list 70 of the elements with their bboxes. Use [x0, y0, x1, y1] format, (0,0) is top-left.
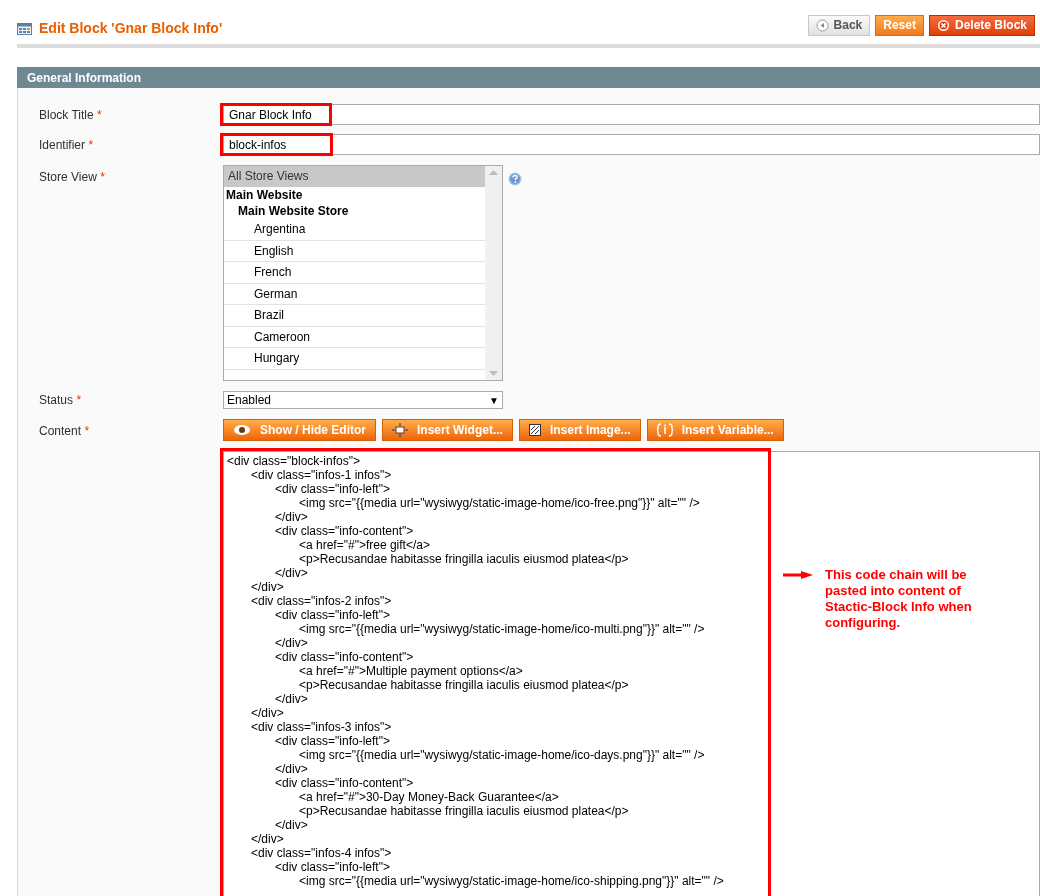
store-view-option[interactable]: All Store Views: [224, 166, 485, 187]
store-view-option[interactable]: Cameroon: [224, 326, 485, 348]
code-line: </div>: [274, 692, 308, 706]
code-line: <img src="{{media url="wysiwyg/static-image-home/ico-shipping.png"}}" alt="" />: [298, 874, 724, 888]
store-view-listbox[interactable]: All Store Views Main Website Main Website Store Argentina English French German Brazil Cameroon Hungary: [223, 165, 503, 381]
code-line: <div class="infos-4 infos">: [250, 846, 392, 860]
field-value: block-infos: [220, 133, 333, 156]
code-line: <img src="{{media url="wysiwyg/static-image-home/ico-days.png"}}" alt="" />: [298, 748, 705, 762]
code-line: <div class="block-infos">: [227, 454, 360, 468]
code-line: <div class="info-left">: [274, 608, 390, 622]
image-icon: [528, 424, 541, 436]
code-line: </div>: [250, 832, 284, 846]
code-line: <div class="info-left">: [274, 734, 390, 748]
back-icon: [815, 18, 829, 32]
field-label: Block Title *: [39, 107, 102, 122]
code-line: <p>Recusandae habitasse fringilla iaculis eiusmod platea</p>: [298, 552, 629, 566]
store-view-option[interactable]: Argentina: [224, 219, 485, 241]
code-line: <p>Recusandae habitasse fringilla iaculis eiusmod platea</p>: [298, 678, 629, 692]
widget-icon: [392, 423, 408, 437]
code-line: <div class="info-content">: [274, 524, 414, 538]
code-line: <div class="info-content">: [274, 776, 414, 790]
code-line: </div>: [250, 580, 284, 594]
section-title: General Information: [27, 69, 142, 87]
identifier-input[interactable]: block-infos: [223, 134, 1040, 155]
option-group-label: Main Website Store: [237, 203, 350, 219]
code-line: </div>: [274, 566, 308, 580]
code-line: <a href="#">30-Day Money-Back Guarantee</a>: [298, 790, 559, 804]
delete-button[interactable]: Delete Block: [928, 14, 1035, 36]
field-label: Content *: [39, 424, 90, 438]
code-line: <div class="infos-2 infos">: [250, 594, 392, 608]
code-line: </div>: [250, 706, 284, 720]
store-view-option[interactable]: German: [224, 283, 485, 305]
eye-icon: [233, 424, 251, 436]
page-title: Edit Block 'Gnar Block Info': [39, 19, 223, 38]
scrollbar[interactable]: [485, 166, 502, 380]
code-line: <div class="info-left">: [274, 860, 390, 874]
code-line: <p>Recusandae habitasse fringilla iaculis eiusmod platea</p>: [298, 804, 629, 818]
code-line: <div class="info-content">: [274, 650, 414, 664]
help-icon[interactable]: [508, 172, 522, 186]
back-button[interactable]: Back: [807, 14, 871, 36]
field-value: Gnar Block Info: [220, 103, 332, 126]
code-line: <div class="info-left">: [274, 482, 390, 496]
code-textarea[interactable]: [223, 451, 1040, 896]
code-line: </div>: [274, 818, 308, 832]
scroll-up-icon[interactable]: [489, 170, 498, 175]
annotation-text: This code chain will be pasted into content of Stactic-Block Info when configuring.: [825, 567, 973, 631]
field-label: Store View *: [39, 170, 105, 184]
code-line: <a href="#">free gift</a>: [298, 538, 430, 552]
store-view-option[interactable]: Hungary: [224, 348, 485, 370]
field-label: Status *: [39, 393, 82, 407]
store-view-option[interactable]: Brazil: [224, 305, 485, 327]
code-line: </div>: [274, 762, 308, 776]
code-line: </div>: [274, 510, 308, 524]
field-label: Identifier *: [39, 137, 94, 152]
code-line: <a href="#">Multiple payment options</a>: [298, 664, 523, 678]
arrow-icon: [783, 571, 813, 579]
grid-icon: [17, 22, 32, 35]
code-line: <div class="infos-1 infos">: [250, 468, 392, 482]
variable-icon: [656, 423, 673, 437]
code-line: <img src="{{media url="wysiwyg/static-image-home/ico-multi.png"}}" alt="" />: [298, 622, 705, 636]
status-select[interactable]: Enabled ▼: [223, 391, 503, 409]
code-line: </div>: [274, 636, 308, 650]
option-group-label: Main Website: [225, 187, 304, 203]
code-line: <div class="infos-3 infos">: [250, 720, 392, 734]
scroll-down-icon[interactable]: [489, 371, 498, 376]
code-line: <img src="{{media url="wysiwyg/static-image-home/ico-free.png"}}" alt="" />: [298, 496, 700, 510]
block-title-input[interactable]: Gnar Block Info: [223, 104, 1040, 125]
cancel-icon: [936, 18, 950, 32]
store-view-option[interactable]: French: [224, 262, 485, 284]
store-view-option[interactable]: English: [224, 240, 485, 262]
